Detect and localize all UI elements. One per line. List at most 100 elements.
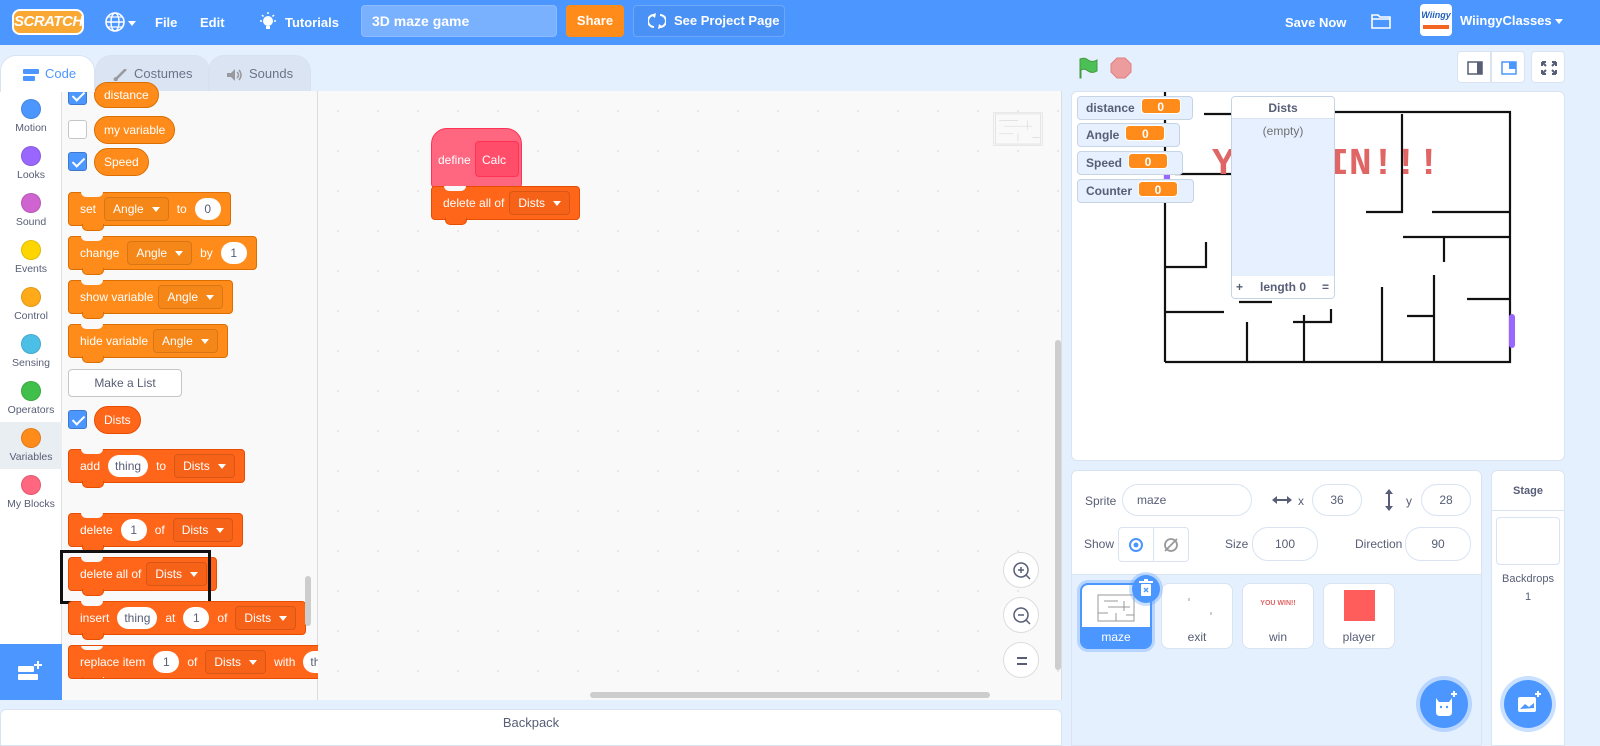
- index-input[interactable]: 1: [120, 519, 147, 541]
- language-globe-icon[interactable]: [104, 11, 126, 33]
- workspace-delete-all-of-block[interactable]: delete all of Dists: [431, 186, 581, 225]
- show-sprite-button[interactable]: [1118, 527, 1154, 562]
- checkbox-speed[interactable]: [68, 152, 87, 171]
- choose-backdrop-button[interactable]: [1504, 680, 1552, 728]
- sprite-tile-win[interactable]: YOU WIN!! win: [1242, 583, 1314, 649]
- item-input[interactable]: thing: [108, 455, 149, 477]
- list-monitor-dists[interactable]: Dists (empty) + length 0 =: [1231, 96, 1335, 299]
- tutorials-lightbulb-icon[interactable]: [258, 11, 278, 33]
- sprite-name-input[interactable]: maze: [1122, 484, 1252, 516]
- palette-scrollbar[interactable]: [305, 576, 311, 626]
- reporter-my-variable[interactable]: my variable: [94, 116, 176, 144]
- define-calc-block[interactable]: define Calc: [431, 128, 522, 188]
- my-stuff-folder-icon[interactable]: [1370, 11, 1392, 31]
- list-dropdown[interactable]: Dists: [509, 191, 571, 215]
- dropdown-value: Angle: [113, 202, 144, 216]
- monitor-angle[interactable]: Angle 0: [1077, 123, 1180, 147]
- block-keyword: to: [156, 459, 167, 473]
- monitor-speed[interactable]: Speed 0: [1077, 151, 1183, 175]
- tab-code[interactable]: Code: [0, 55, 95, 92]
- category-motion[interactable]: Motion: [0, 93, 62, 140]
- index-input[interactable]: 1: [183, 607, 210, 629]
- normal-stage-button[interactable]: [1491, 51, 1525, 83]
- y-position-input[interactable]: 28: [1421, 484, 1471, 516]
- checkbox-dists[interactable]: [68, 410, 87, 429]
- block-keyword: with: [274, 655, 296, 669]
- delete-sprite-button[interactable]: [1132, 575, 1160, 603]
- small-stage-button[interactable]: [1457, 51, 1491, 83]
- variable-dropdown[interactable]: Angle: [153, 329, 218, 353]
- category-my-blocks[interactable]: My Blocks: [0, 469, 62, 516]
- value-input[interactable]: 0: [194, 198, 221, 220]
- make-a-list-button[interactable]: Make a List: [68, 369, 182, 397]
- see-project-page-button[interactable]: See Project Page: [633, 5, 785, 37]
- set-variable-block[interactable]: set Angle to 0: [68, 192, 231, 231]
- change-variable-block[interactable]: change Angle by 1: [68, 236, 257, 275]
- direction-input[interactable]: 90: [1405, 527, 1471, 561]
- delete-item-block[interactable]: delete 1 of Dists: [68, 513, 244, 552]
- zoom-in-button[interactable]: [1003, 552, 1039, 588]
- workspace-vertical-scrollbar[interactable]: [1055, 340, 1061, 670]
- checkbox-my-variable[interactable]: [68, 120, 87, 139]
- category-operators[interactable]: Operators: [0, 375, 62, 422]
- add-to-list-block[interactable]: add thing to Dists: [68, 449, 245, 488]
- tutorials-menu[interactable]: Tutorials: [285, 0, 339, 45]
- green-flag-icon[interactable]: [1076, 56, 1100, 80]
- stop-icon[interactable]: [1110, 57, 1132, 79]
- reporter-speed[interactable]: Speed: [94, 148, 149, 176]
- category-looks[interactable]: Looks: [0, 140, 62, 187]
- x-position-input[interactable]: 36: [1312, 484, 1362, 516]
- project-title-input[interactable]: 3D maze game: [361, 5, 557, 37]
- zoom-out-button[interactable]: [1003, 597, 1039, 633]
- insert-at-list-block[interactable]: insert thing at 1 of Dists: [68, 601, 307, 640]
- file-menu[interactable]: File: [155, 0, 177, 45]
- tab-sounds[interactable]: Sounds: [208, 55, 311, 92]
- workspace-horizontal-scrollbar[interactable]: [590, 692, 990, 698]
- category-sound[interactable]: Sound: [0, 187, 62, 234]
- fullscreen-button[interactable]: [1531, 51, 1565, 83]
- scratch-logo[interactable]: SCRATCH: [12, 9, 84, 35]
- list-dropdown[interactable]: Dists: [172, 518, 234, 542]
- replace-item-block[interactable]: replace item 1 of Dists with thing: [68, 645, 318, 679]
- item-input[interactable]: thing: [117, 607, 158, 629]
- custom-block-prototype[interactable]: Calc: [475, 141, 519, 177]
- show-variable-block[interactable]: show variable Angle: [68, 280, 234, 319]
- list-dropdown[interactable]: Dists: [235, 606, 297, 630]
- hide-variable-block[interactable]: hide variable Angle: [68, 324, 228, 363]
- reporter-distance[interactable]: distance: [94, 82, 159, 108]
- category-events[interactable]: Events: [0, 234, 62, 281]
- script-workspace[interactable]: [318, 91, 1062, 700]
- account-caret-icon: [1555, 19, 1564, 25]
- backpack-panel[interactable]: Backpack: [0, 709, 1062, 746]
- sprite-tile-exit[interactable]: exit: [1161, 583, 1233, 649]
- hide-sprite-button[interactable]: [1154, 527, 1189, 562]
- reporter-list-dists[interactable]: Dists: [94, 406, 141, 434]
- account-menu[interactable]: WiingyClasses: [1460, 0, 1564, 42]
- item-input[interactable]: thing: [303, 651, 318, 673]
- edit-menu[interactable]: Edit: [200, 0, 225, 45]
- choose-sprite-button[interactable]: [1420, 680, 1468, 728]
- category-sensing[interactable]: Sensing: [0, 328, 62, 375]
- language-caret-icon[interactable]: [128, 0, 136, 45]
- user-avatar[interactable]: Wiingy: [1420, 4, 1452, 36]
- size-input[interactable]: 100: [1252, 527, 1318, 561]
- zoom-reset-button[interactable]: [1003, 642, 1039, 678]
- list-resize-handle[interactable]: =: [1322, 276, 1329, 298]
- index-input[interactable]: 1: [153, 651, 180, 673]
- value-input[interactable]: 1: [220, 242, 247, 264]
- category-variables[interactable]: Variables: [0, 422, 62, 469]
- list-dropdown[interactable]: Dists: [174, 454, 235, 478]
- variable-dropdown[interactable]: Angle: [127, 241, 193, 265]
- category-control[interactable]: Control: [0, 281, 62, 328]
- stage-thumbnail[interactable]: [1496, 517, 1560, 565]
- monitor-counter[interactable]: Counter 0: [1077, 179, 1194, 203]
- variable-dropdown[interactable]: Angle: [104, 197, 169, 221]
- add-extension-button[interactable]: [0, 644, 62, 700]
- variable-dropdown[interactable]: Angle: [158, 285, 224, 309]
- save-now-button[interactable]: Save Now: [1285, 0, 1346, 45]
- share-button[interactable]: Share: [566, 5, 624, 37]
- dropdown-value: Dists: [214, 655, 242, 669]
- sprite-tile-player[interactable]: player: [1323, 583, 1395, 649]
- list-dropdown[interactable]: Dists: [205, 650, 267, 674]
- monitor-distance[interactable]: distance 0: [1077, 96, 1193, 120]
